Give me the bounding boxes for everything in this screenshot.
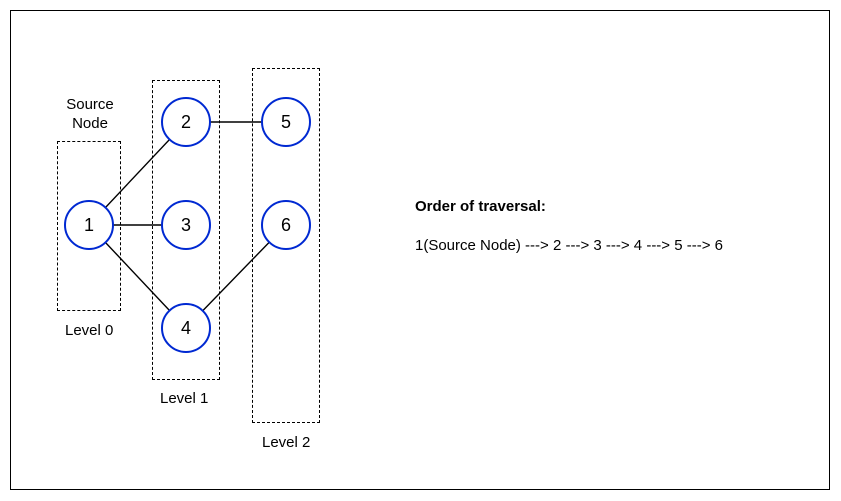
- level-1-label: Level 1: [160, 390, 208, 409]
- level-0-label: Level 0: [65, 322, 113, 341]
- graph-node-4: 4: [161, 303, 211, 353]
- traversal-title: Order of traversal:: [415, 198, 723, 215]
- traversal-order-text: 1(Source Node) ---> 2 ---> 3 ---> 4 --->…: [415, 237, 723, 254]
- graph-node-3: 3: [161, 200, 211, 250]
- graph-node-6: 6: [261, 200, 311, 250]
- diagram-canvas: 1 2 3 4 5 6 Source Node Level 0 Level 1 …: [0, 0, 841, 501]
- traversal-explanation: Order of traversal: 1(Source Node) ---> …: [415, 198, 723, 254]
- source-node-label: Source Node: [60, 96, 120, 134]
- graph-node-1: 1: [64, 200, 114, 250]
- graph-node-2: 2: [161, 97, 211, 147]
- level-2-label: Level 2: [262, 434, 310, 453]
- graph-node-5: 5: [261, 97, 311, 147]
